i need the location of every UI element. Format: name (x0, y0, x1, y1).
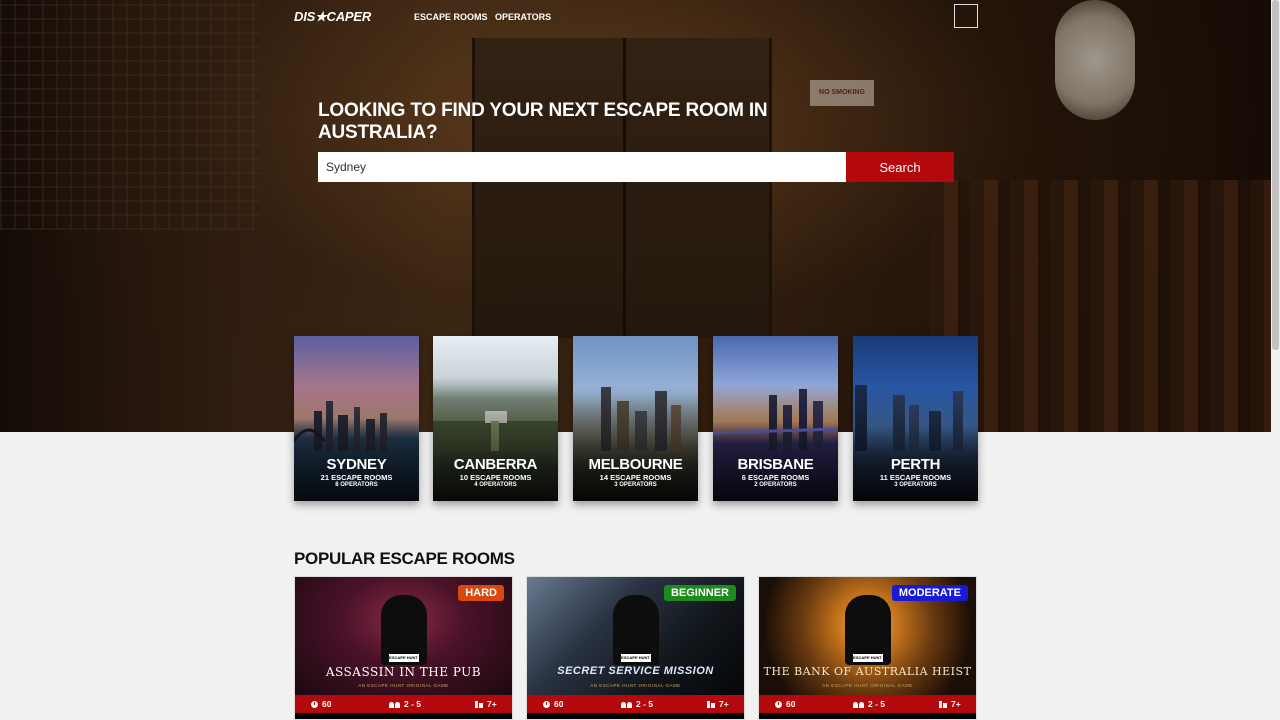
room-players: 2 - 5 (868, 699, 886, 709)
city-room-count: 11 ESCAPE ROOMS (879, 473, 952, 482)
sydney-skyline (294, 401, 387, 451)
players-icon (853, 701, 864, 708)
room-duration: 60 (322, 699, 332, 709)
room-duration: 60 (554, 699, 564, 709)
city-room-count: 6 ESCAPE ROOMS (741, 473, 810, 482)
room-card-secret-service[interactable]: ESCAPE HUNT SECRET SERVICE MISSION AN ES… (526, 576, 745, 720)
city-name: PERTH (890, 456, 941, 473)
age-icon (707, 700, 715, 708)
room-players: 2 - 5 (404, 699, 422, 709)
room-age: 7+ (719, 699, 729, 709)
difficulty-badge: BEGINNER (663, 585, 736, 601)
search-button[interactable]: Search (846, 152, 954, 182)
city-room-count: 14 ESCAPE ROOMS (599, 473, 672, 482)
room-title: SECRET SERVICE MISSION (557, 665, 714, 677)
city-operator-count: 3 OPERATORS (894, 482, 937, 488)
brand-badge: ESCAPE HUNT (620, 654, 651, 662)
brand-badge: ESCAPE HUNT (388, 654, 419, 662)
hero-headline: LOOKING TO FIND YOUR NEXT ESCAPE ROOM IN… (318, 100, 768, 143)
players-icon (621, 701, 632, 708)
city-card-canberra[interactable]: CANBERRA 10 ESCAPE ROOMS 4 OPERATORS (433, 336, 558, 501)
difficulty-badge: HARD (458, 585, 504, 601)
clock-icon (543, 700, 550, 708)
city-operator-count: 2 OPERATORS (754, 482, 797, 488)
clock-icon (775, 700, 782, 708)
city-operator-count: 3 OPERATORS (614, 482, 657, 488)
user-avatar-icon[interactable] (954, 4, 978, 28)
perth-skyline (855, 385, 963, 451)
city-name: CANBERRA (453, 456, 538, 473)
room-subtitle: AN ESCAPE HUNT ORIGINAL GAME (358, 683, 449, 688)
brisbane-skyline (713, 389, 838, 451)
top-nav: DIS★CAPER ESCAPE ROOMS OPERATORS (294, 4, 984, 28)
popular-rooms-title: POPULAR ESCAPE ROOMS (294, 549, 515, 568)
room-age: 7+ (487, 699, 497, 709)
room-stats: 60 2 - 5 7+ (295, 695, 512, 713)
room-stats: 60 2 - 5 7+ (527, 695, 744, 713)
scrollbar[interactable] (1271, 0, 1280, 720)
city-name: MELBOURNE (588, 456, 683, 473)
difficulty-badge: MODERATE (891, 585, 968, 601)
city-name: SYDNEY (326, 456, 387, 473)
clock-icon (311, 700, 318, 708)
city-name: BRISBANE (737, 456, 814, 473)
room-age: 7+ (951, 699, 961, 709)
room-subtitle: AN ESCAPE HUNT ORIGINAL GAME (822, 683, 913, 688)
city-operator-count: 8 OPERATORS (335, 482, 378, 488)
city-card-melbourne[interactable]: MELBOURNE 14 ESCAPE ROOMS 3 OPERATORS (573, 336, 698, 501)
room-duration: 60 (786, 699, 796, 709)
age-icon (939, 700, 947, 708)
city-operator-count: 4 OPERATORS (474, 482, 517, 488)
canberra-skyline (433, 411, 558, 451)
room-card-bank-heist[interactable]: ESCAPE HUNT THE BANK OF AUSTRALIA HEIST … (758, 576, 977, 720)
scrollbar-thumb[interactable] (1272, 0, 1279, 350)
nav-escape-rooms[interactable]: ESCAPE ROOMS (414, 12, 488, 22)
city-card-perth[interactable]: PERTH 11 ESCAPE ROOMS 3 OPERATORS (853, 336, 978, 501)
city-card-sydney[interactable]: SYDNEY 21 ESCAPE ROOMS 8 OPERATORS (294, 336, 419, 501)
search-input[interactable] (318, 152, 846, 182)
room-title: THE BANK OF AUSTRALIA HEIST (763, 665, 972, 678)
city-room-count: 21 ESCAPE ROOMS (320, 473, 393, 482)
city-room-count: 10 ESCAPE ROOMS (459, 473, 532, 482)
room-players: 2 - 5 (636, 699, 654, 709)
city-card-brisbane[interactable]: BRISBANE 6 ESCAPE ROOMS 2 OPERATORS (713, 336, 838, 501)
site-logo[interactable]: DIS★CAPER (294, 9, 371, 25)
age-icon (475, 700, 483, 708)
nav-operators[interactable]: OPERATORS (495, 12, 551, 22)
brand-badge: ESCAPE HUNT (852, 654, 883, 662)
room-card-assassin[interactable]: ESCAPE HUNT ASSASSIN IN THE PUB AN ESCAP… (294, 576, 513, 720)
players-icon (389, 701, 400, 708)
room-title: ASSASSIN IN THE PUB (325, 665, 482, 679)
room-subtitle: AN ESCAPE HUNT ORIGINAL GAME (590, 683, 681, 688)
room-stats: 60 2 - 5 7+ (759, 695, 976, 713)
melbourne-skyline (601, 387, 681, 451)
